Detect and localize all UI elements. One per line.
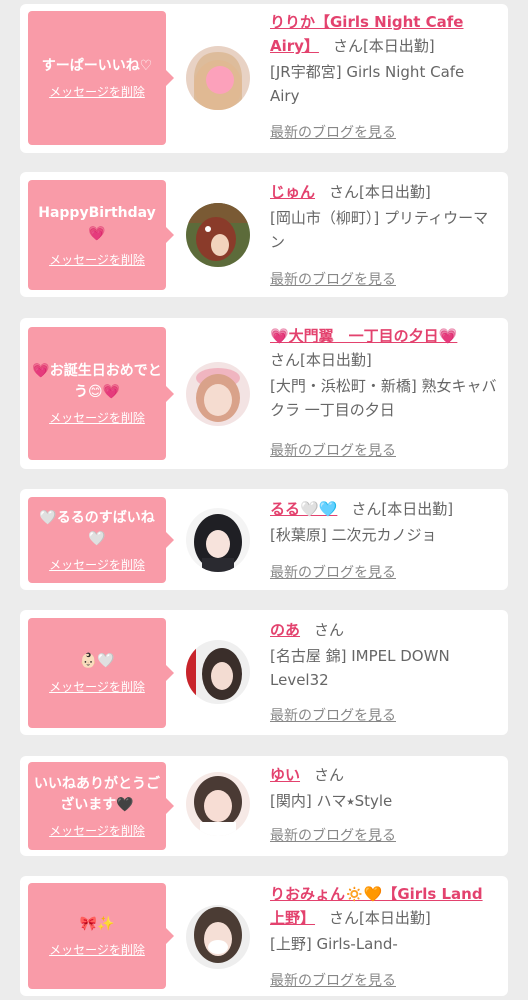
latest-blog-link[interactable]: 最新のブログを見る (270, 970, 396, 990)
message-card: 💗お誕生日おめでとう😊💗 メッセージを削除 💗大門翼 一丁目の夕日💗 さん[本日… (20, 318, 508, 469)
honorific: さん (314, 766, 345, 784)
message-text: HappyBirthday💗 (38, 204, 156, 242)
latest-blog-link[interactable]: 最新のブログを見る (270, 122, 396, 142)
message-bubble: いいねありがとうございます🖤 メッセージを削除 (28, 762, 174, 850)
delete-message-link[interactable]: メッセージを削除 (49, 678, 145, 695)
honorific: さん (329, 183, 360, 201)
latest-blog-link[interactable]: 最新のブログを見る (270, 825, 396, 845)
girl-name-link[interactable]: じゅん (270, 183, 315, 201)
message-bubble: 👶🏻🤍 メッセージを削除 (28, 618, 174, 728)
message-card: HappyBirthday💗 メッセージを削除 じゅん さん[本日出勤] [岡山市… (20, 172, 508, 297)
latest-blog-link[interactable]: 最新のブログを見る (270, 705, 396, 725)
message-card: いいねありがとうございます🖤 メッセージを削除 ゆい さん [関内] ハマ⭑Sty… (20, 756, 508, 856)
message-card: 🤍るるのすばいね🤍 メッセージを削除 るる🤍🩵 さん[本日出勤] [秋葉原] 二次… (20, 489, 508, 590)
message-card: 👶🏻🤍 メッセージを削除 のあ さん [名古屋 錦] IMPEL DOWN Lev… (20, 610, 508, 735)
honorific: さん (332, 37, 363, 55)
latest-blog-link[interactable]: 最新のブログを見る (270, 269, 396, 289)
message-bubble: すーぱーいいね♡ メッセージを削除 (28, 11, 174, 145)
girl-name-link[interactable]: 💗大門翼 一丁目の夕日💗 (270, 327, 457, 345)
honorific: さん (329, 909, 360, 927)
delete-message-link[interactable]: メッセージを削除 (49, 822, 145, 839)
girl-name-link[interactable]: ゆい (270, 766, 300, 784)
message-list: すーぱーいいね♡ メッセージを削除 りりか【Girls Night Cafe A… (0, 0, 528, 1000)
shop-text: [岡山市（柳町）] プリティウーマン (270, 209, 489, 251)
girl-name-link[interactable]: のあ (270, 621, 300, 639)
message-bubble: 💗お誕生日おめでとう😊💗 メッセージを削除 (28, 327, 174, 460)
honorific: さん (314, 621, 345, 639)
message-text: 👶🏻🤍 (79, 653, 115, 669)
message-text: いいねありがとうございます🖤 (34, 775, 160, 813)
message-text: 🎀✨ (79, 916, 115, 932)
status-text: [本日出勤] (362, 37, 435, 55)
message-card: すーぱーいいね♡ メッセージを削除 りりか【Girls Night Cafe A… (20, 4, 508, 153)
shop-text: [関内] ハマ⭑Style (270, 792, 393, 810)
status-text: [本日出勤] (359, 909, 431, 927)
shop-text: [秋葉原] 二次元カノジョ (270, 526, 437, 544)
avatar[interactable] (186, 46, 250, 110)
avatar[interactable] (186, 905, 250, 969)
message-bubble: 🎀✨ メッセージを削除 (28, 883, 174, 989)
avatar[interactable] (186, 203, 250, 267)
avatar[interactable] (186, 772, 250, 836)
honorific: さん (270, 351, 301, 369)
latest-blog-link[interactable]: 最新のブログを見る (270, 562, 396, 582)
delete-message-link[interactable]: メッセージを削除 (49, 83, 145, 100)
avatar[interactable] (186, 362, 250, 426)
girl-name-link[interactable]: るる🤍🩵 (270, 500, 337, 518)
delete-message-link[interactable]: メッセージを削除 (49, 251, 145, 268)
message-text: すーぱーいいね♡ (41, 58, 153, 74)
message-text: 🤍るるのすばいね🤍 (39, 509, 155, 547)
avatar[interactable] (186, 640, 250, 704)
delete-message-link[interactable]: メッセージを削除 (49, 941, 145, 958)
message-card: 🎀✨ メッセージを削除 りおみょん🔅🧡【Girls Land 上野】 さん[本日出… (20, 876, 508, 996)
status-text: [本日出勤] (381, 500, 454, 518)
delete-message-link[interactable]: メッセージを削除 (49, 409, 145, 426)
latest-blog-link[interactable]: 最新のブログを見る (270, 440, 396, 460)
message-text: 💗お誕生日おめでとう😊💗 (32, 363, 162, 400)
honorific: さん (351, 500, 382, 518)
status-text: [本日出勤] (300, 351, 372, 369)
status-text: [本日出勤] (359, 183, 431, 201)
shop-text: [大門・浜松町・新橋] 熟女キャバクラ 一丁目の夕日 (270, 377, 497, 419)
avatar[interactable] (186, 508, 250, 572)
message-bubble: HappyBirthday💗 メッセージを削除 (28, 180, 174, 290)
message-bubble: 🤍るるのすばいね🤍 メッセージを削除 (28, 497, 174, 583)
shop-text: [上野] Girls-Land- (270, 935, 398, 953)
delete-message-link[interactable]: メッセージを削除 (49, 556, 145, 573)
shop-text: [名古屋 錦] IMPEL DOWN Level32 (270, 647, 450, 689)
shop-text: [JR宇都宮] Girls Night Cafe Airy (270, 63, 465, 105)
